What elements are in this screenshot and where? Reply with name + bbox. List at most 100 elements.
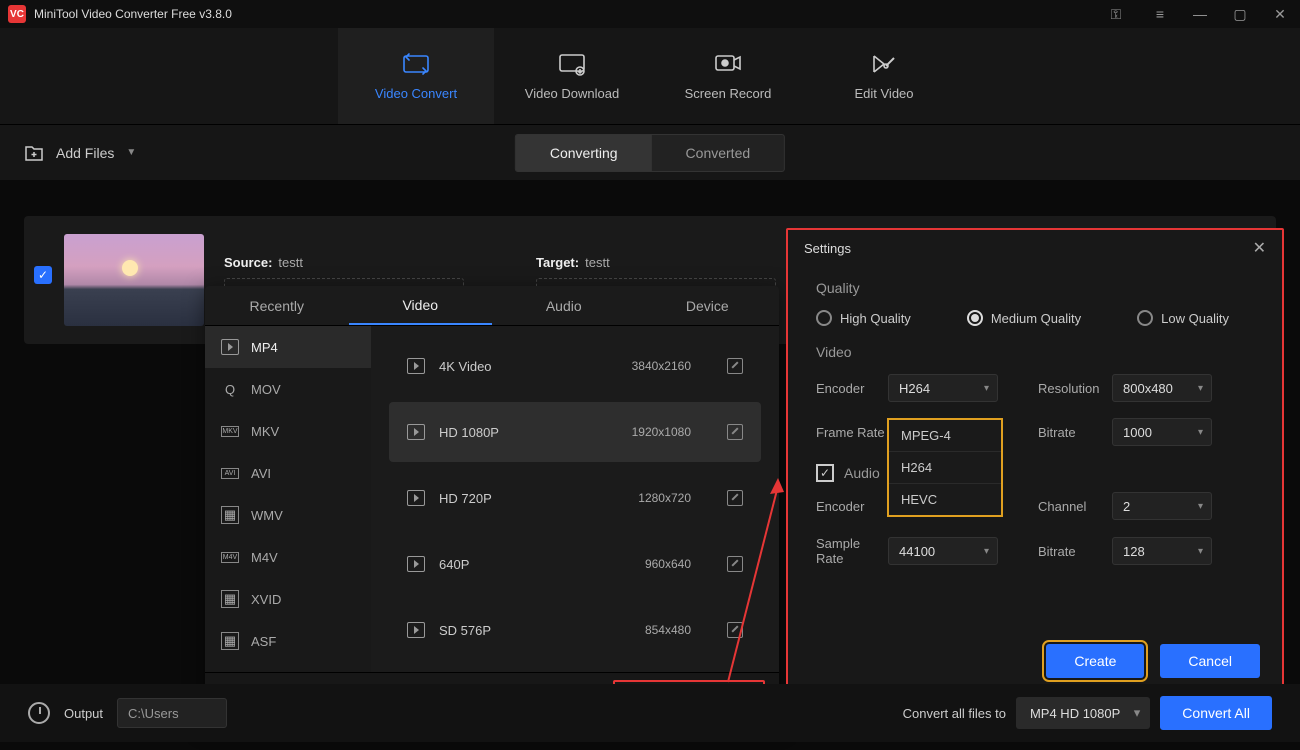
preset-icon [407, 358, 425, 374]
fmt-side-mov[interactable]: QMOV [205, 368, 371, 410]
settings-close-button[interactable]: ✕ [1253, 238, 1266, 258]
fmt-side-wmv[interactable]: ▦WMV [205, 494, 371, 536]
format-sidebar: MP4 QMOV MKVMKV AVIAVI ▦WMV M4VM4V ▦XVID… [205, 326, 371, 672]
settings-panel: Settings ✕ Quality High Quality Medium Q… [786, 228, 1284, 692]
output-label: Output [64, 706, 103, 721]
convert-all-format-select[interactable]: MP4 HD 1080P [1016, 697, 1150, 729]
audio-encoder-label: Encoder [816, 499, 888, 514]
fmt-row-1080p[interactable]: HD 1080P1920x1080 [389, 402, 761, 462]
toolbar: Add Files ▼ Converting Converted [0, 124, 1300, 180]
samplerate-label: Sample Rate [816, 536, 888, 566]
tab-converting[interactable]: Converting [516, 135, 652, 171]
format-icon: Q [221, 382, 239, 397]
app-title: MiniTool Video Converter Free v3.8.0 [34, 7, 232, 21]
fmt-side-mp4[interactable]: MP4 [205, 326, 371, 368]
audio-section-label: Audio [844, 465, 880, 481]
video-encoder-select[interactable]: H264 [888, 374, 998, 402]
source-name: testt [278, 255, 303, 270]
video-bitrate-label: Bitrate [1038, 425, 1112, 440]
settings-title: Settings [804, 241, 851, 256]
fmt-side-mkv[interactable]: MKVMKV [205, 410, 371, 452]
encoder-option-h264[interactable]: H264 [889, 452, 1001, 484]
target-label: Target: [536, 255, 579, 270]
video-bitrate-select[interactable]: 1000 [1112, 418, 1212, 446]
preset-icon [407, 490, 425, 506]
quality-section-label: Quality [816, 280, 1254, 296]
add-files-icon [24, 144, 44, 162]
quality-high-radio[interactable]: High Quality [816, 310, 911, 326]
format-icon: ▦ [221, 632, 239, 650]
target-name: testt [585, 255, 610, 270]
fmt-tab-device[interactable]: Device [636, 286, 780, 325]
close-button[interactable]: ✕ [1260, 0, 1300, 28]
schedule-icon[interactable] [28, 702, 50, 724]
fmt-side-asf[interactable]: ▦ASF [205, 620, 371, 662]
resolution-select[interactable]: 800x480 [1112, 374, 1212, 402]
format-icon [221, 339, 239, 355]
nav-video-convert[interactable]: Video Convert [338, 28, 494, 124]
fmt-row-720p[interactable]: HD 720P1280x720 [389, 468, 761, 528]
bottom-bar: Output C:\Users Convert all files to MP4… [0, 684, 1300, 742]
fmt-row-640p[interactable]: 640P960x640 [389, 534, 761, 594]
encoder-label: Encoder [816, 381, 888, 396]
maximize-button[interactable]: ▢ [1220, 0, 1260, 28]
output-path-field[interactable]: C:\Users [117, 698, 227, 728]
encoder-option-hevc[interactable]: HEVC [889, 484, 1001, 515]
channel-label: Channel [1038, 499, 1112, 514]
edit-preset-icon[interactable] [727, 556, 743, 572]
format-list: 4K Video3840x2160 HD 1080P1920x1080 HD 7… [371, 326, 779, 672]
main-nav: Video Convert Video Download Screen Reco… [0, 28, 1300, 124]
format-icon: ▦ [221, 506, 239, 524]
format-icon: AVI [221, 468, 239, 479]
video-section-label: Video [816, 344, 1254, 360]
minimize-button[interactable]: — [1180, 0, 1220, 28]
audio-bitrate-select[interactable]: 128 [1112, 537, 1212, 565]
settings-cancel-button[interactable]: Cancel [1160, 644, 1260, 678]
edit-preset-icon[interactable] [727, 358, 743, 374]
audio-enable-checkbox[interactable]: ✓ [816, 464, 834, 482]
edit-preset-icon[interactable] [727, 424, 743, 440]
channel-select[interactable]: 2 [1112, 492, 1212, 520]
nav-edit-video[interactable]: Edit Video [806, 28, 962, 124]
format-popover: Recently Video Audio Device MP4 QMOV MKV… [205, 286, 779, 724]
key-icon[interactable]: ⚿ [1096, 0, 1136, 28]
video-thumbnail[interactable] [64, 234, 204, 326]
fmt-tab-recently[interactable]: Recently [205, 286, 349, 325]
encoder-option-mpeg4[interactable]: MPEG-4 [889, 420, 1001, 452]
edit-icon [870, 52, 898, 76]
edit-preset-icon[interactable] [727, 490, 743, 506]
nav-screen-record[interactable]: Screen Record [650, 28, 806, 124]
fmt-row-576p[interactable]: SD 576P854x480 [389, 600, 761, 660]
preset-icon [407, 556, 425, 572]
quality-medium-radio[interactable]: Medium Quality [967, 310, 1081, 326]
fmt-row-4k[interactable]: 4K Video3840x2160 [389, 336, 761, 396]
samplerate-select[interactable]: 44100 [888, 537, 998, 565]
fmt-tab-video[interactable]: Video [349, 286, 493, 325]
chevron-down-icon: ▼ [126, 147, 136, 158]
convert-status-tabs: Converting Converted [515, 134, 785, 172]
convert-all-button[interactable]: Convert All [1160, 696, 1272, 730]
resolution-label: Resolution [1038, 381, 1112, 396]
fmt-side-m4v[interactable]: M4VM4V [205, 536, 371, 578]
preset-icon [407, 622, 425, 638]
file-checkbox[interactable]: ✓ [34, 266, 52, 284]
fmt-side-avi[interactable]: AVIAVI [205, 452, 371, 494]
nav-video-download[interactable]: Video Download [494, 28, 650, 124]
convert-all-to-label: Convert all files to [903, 706, 1006, 721]
format-icon: ▦ [221, 590, 239, 608]
tab-converted[interactable]: Converted [652, 135, 785, 171]
edit-preset-icon[interactable] [727, 622, 743, 638]
fmt-tab-audio[interactable]: Audio [492, 286, 636, 325]
settings-create-button[interactable]: Create [1046, 644, 1144, 678]
source-label: Source: [224, 255, 272, 270]
encoder-dropdown: MPEG-4 H264 HEVC [887, 418, 1003, 517]
add-files-button[interactable]: Add Files ▼ [24, 144, 136, 162]
titlebar: VC MiniTool Video Converter Free v3.8.0 … [0, 0, 1300, 28]
download-icon [558, 52, 586, 76]
convert-icon [402, 52, 430, 76]
menu-icon[interactable]: ≡ [1140, 0, 1180, 28]
quality-low-radio[interactable]: Low Quality [1137, 310, 1229, 326]
framerate-label: Frame Rate [816, 425, 888, 440]
format-icon: MKV [221, 426, 239, 437]
fmt-side-xvid[interactable]: ▦XVID [205, 578, 371, 620]
